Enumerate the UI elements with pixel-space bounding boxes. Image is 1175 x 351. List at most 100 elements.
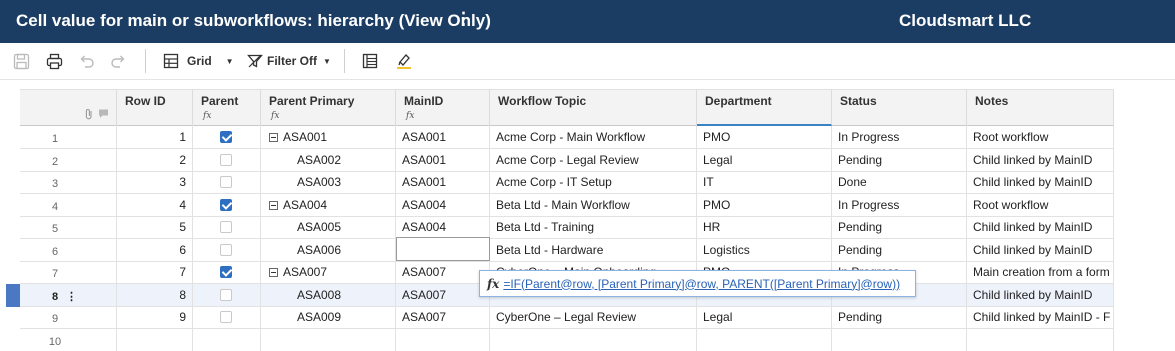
- checkbox-unchecked[interactable]: [220, 243, 232, 256]
- row-number[interactable]: 2: [20, 148, 117, 171]
- cell-parent-primary[interactable]: ASA009: [261, 306, 396, 328]
- save-icon[interactable]: [13, 51, 30, 71]
- cell-notes[interactable]: Root workflow: [967, 193, 1114, 216]
- row-number[interactable]: 3: [20, 171, 117, 193]
- column-header-topic[interactable]: Workflow Topic: [490, 90, 697, 126]
- undo-icon[interactable]: [78, 51, 95, 71]
- cell-status[interactable]: In Progress: [832, 126, 967, 148]
- cell-row-id[interactable]: [117, 328, 193, 351]
- cell-parent[interactable]: [193, 328, 261, 351]
- row-number[interactable]: 4: [20, 193, 117, 216]
- cell-mainid[interactable]: ASA007: [396, 306, 490, 328]
- cell-topic[interactable]: Acme Corp - IT Setup: [490, 171, 697, 193]
- table-row[interactable]: 1 1 ASA001 ASA001 Acme Corp - Main Workflow P…: [20, 126, 1114, 149]
- cell-topic[interactable]: Beta Ltd - Main Workflow: [490, 193, 697, 216]
- table-row[interactable]: 66ASA006ASA004Beta Ltd - HardwareLogisti…: [20, 238, 1114, 262]
- cell-parent-primary[interactable]: ASA007: [261, 261, 396, 283]
- cell-parent-primary[interactable]: ASA004: [261, 193, 396, 216]
- table-row[interactable]: 2 2 ASA002 ASA001 Acme Corp - Legal Review Le…: [20, 148, 1114, 172]
- collapse-icon[interactable]: [269, 268, 278, 277]
- cell-mainid[interactable]: ASA004: [396, 193, 490, 216]
- cell-status[interactable]: Pending: [832, 306, 967, 328]
- cell-mainid[interactable]: ASA001: [396, 171, 490, 193]
- cell-notes[interactable]: Child linked by MainID: [967, 238, 1114, 261]
- cell-parent-primary[interactable]: ASA008: [261, 283, 396, 306]
- cell-mainid[interactable]: ASA001: [396, 126, 490, 148]
- column-header-rowid[interactable]: Row ID: [117, 90, 193, 126]
- cell-row-id[interactable]: 2: [117, 148, 193, 171]
- card-view-icon[interactable]: [362, 51, 378, 71]
- cell-topic[interactable]: CyberOne – Legal Review: [490, 306, 697, 328]
- cell-notes[interactable]: [967, 328, 1114, 351]
- cell-dept[interactable]: Logistics: [697, 238, 832, 261]
- table-row[interactable]: 5 5 ASA005 ASA004 Beta Ltd - Training HR Pendi…: [20, 216, 1114, 239]
- collapse-icon[interactable]: [269, 200, 278, 210]
- redo-icon[interactable]: [110, 51, 127, 71]
- cell-parent[interactable]: [193, 238, 261, 261]
- filter-button[interactable]: Filter Off ▼: [247, 51, 331, 71]
- highlight-icon[interactable]: [396, 51, 412, 71]
- cell-notes[interactable]: Child linked by MainID: [967, 283, 1114, 306]
- table-row[interactable]: 3 3 ASA003 ASA001 Acme Corp - IT Setup IT Done…: [20, 171, 1114, 194]
- checkbox-unchecked[interactable]: [220, 221, 232, 233]
- cell-mainid[interactable]: ASA007: [396, 261, 490, 283]
- cell-notes[interactable]: Child linked by MainID: [967, 171, 1114, 193]
- row-action-menu-icon[interactable]: ⋮: [66, 284, 77, 306]
- cell-row-id[interactable]: 5: [117, 216, 193, 238]
- column-header-parent[interactable]: Parent fx: [193, 90, 261, 126]
- column-header-status[interactable]: Status: [832, 90, 967, 126]
- cell-mainid[interactable]: ASA004: [396, 216, 490, 238]
- row-number[interactable]: 5: [20, 216, 117, 238]
- cell-parent[interactable]: [193, 126, 261, 148]
- cell-row-id[interactable]: 3: [117, 171, 193, 193]
- column-header-notes[interactable]: Notes: [967, 90, 1114, 126]
- cell-parent[interactable]: [193, 216, 261, 238]
- cell-row-id[interactable]: 4: [117, 193, 193, 216]
- cell-status[interactable]: Pending: [832, 238, 967, 261]
- table-row[interactable]: 4 4 ASA004 ASA004 Beta Ltd - Main Workflow PM…: [20, 193, 1114, 217]
- cell-parent-primary[interactable]: ASA002: [261, 148, 396, 171]
- checkbox-checked[interactable]: [220, 198, 232, 211]
- view-switcher-button[interactable]: Grid ▼: [163, 51, 234, 71]
- cell-parent-primary[interactable]: [261, 328, 396, 351]
- column-header-parent_primary[interactable]: Parent Primary fx: [261, 90, 396, 126]
- cell-parent[interactable]: [193, 306, 261, 328]
- table-row[interactable]: 10: [20, 328, 1114, 351]
- cell-row-id[interactable]: 1: [117, 126, 193, 148]
- cell-dept[interactable]: PMO: [697, 193, 832, 216]
- sheet-menu-icon[interactable]: ⋮: [455, 9, 472, 29]
- cell-mainid[interactable]: [396, 328, 490, 351]
- cell-notes[interactable]: Child linked by MainID: [967, 216, 1114, 238]
- cell-parent[interactable]: [193, 171, 261, 193]
- collapse-icon[interactable]: [269, 133, 278, 142]
- cell-topic[interactable]: Beta Ltd - Hardware: [490, 238, 697, 261]
- cell-parent-primary[interactable]: ASA006: [261, 238, 396, 261]
- row-number[interactable]: 8 ⋮: [20, 283, 117, 306]
- cell-topic[interactable]: Beta Ltd - Training: [490, 216, 697, 238]
- cell-parent[interactable]: [193, 148, 261, 171]
- cell-parent[interactable]: [193, 193, 261, 216]
- row-number[interactable]: 9: [20, 306, 117, 328]
- cell-mainid[interactable]: ASA007: [396, 283, 490, 306]
- cell-status[interactable]: [832, 328, 967, 351]
- cell-status[interactable]: In Progress: [832, 193, 967, 216]
- cell-parent-primary[interactable]: ASA003: [261, 171, 396, 193]
- cell-row-id[interactable]: 8: [117, 283, 193, 306]
- checkbox-unchecked[interactable]: [220, 176, 232, 188]
- cell-notes[interactable]: Main creation from a form: [967, 261, 1114, 283]
- cell-parent-primary[interactable]: ASA001: [261, 126, 396, 148]
- row-number[interactable]: 10: [20, 328, 117, 351]
- table-row[interactable]: 9 9 ASA009 ASA007 CyberOne – Legal Review Leg…: [20, 306, 1114, 329]
- cell-row-id[interactable]: 7: [117, 261, 193, 283]
- checkbox-unchecked[interactable]: [220, 153, 232, 166]
- formula-text[interactable]: =IF(Parent@row, [Parent Primary]@row, PA…: [503, 277, 900, 291]
- cell-dept[interactable]: PMO: [697, 126, 832, 148]
- cell-status[interactable]: Done: [832, 171, 967, 193]
- checkbox-unchecked[interactable]: [220, 288, 232, 301]
- row-number[interactable]: 7: [20, 261, 117, 283]
- column-header-dept[interactable]: Department: [697, 90, 832, 126]
- cell-topic[interactable]: Acme Corp - Main Workflow: [490, 126, 697, 148]
- checkbox-checked[interactable]: [220, 131, 232, 143]
- cell-notes[interactable]: Root workflow: [967, 126, 1114, 148]
- cell-parent-primary[interactable]: ASA005: [261, 216, 396, 238]
